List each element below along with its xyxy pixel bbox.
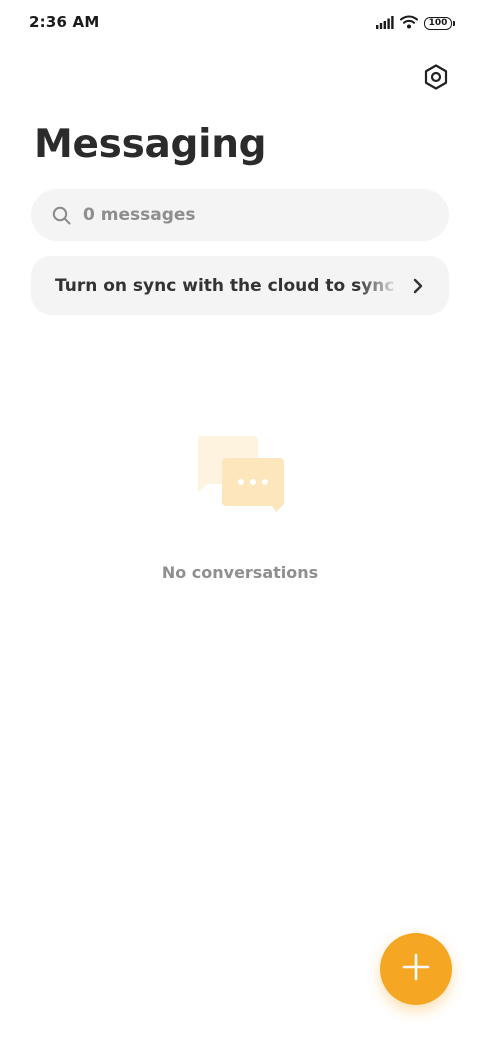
status-icons: 100 [376,14,455,33]
status-bar: 2:36 AM 100 [0,0,480,46]
signal-icon [376,14,394,33]
settings-button[interactable] [422,64,450,94]
chat-bubbles-icon [196,436,286,516]
search-placeholder: 0 messages [83,205,196,225]
new-conversation-button[interactable] [380,933,452,1005]
empty-state-label: No conversations [161,563,319,582]
search-bar[interactable]: 0 messages [31,189,449,241]
sync-banner-text: Turn on sync with the cloud to sync mess… [55,275,399,296]
messaging-screen: 2:36 AM 100 Messaging 0 messages Turn on… [0,0,480,1040]
battery-icon: 100 [424,17,455,30]
chevron-right-icon [409,277,427,295]
page-title: Messaging [34,122,267,167]
search-icon [51,205,71,225]
wifi-icon [400,14,418,33]
sync-banner[interactable]: Turn on sync with the cloud to sync mess… [31,256,449,315]
status-time: 2:36 AM [29,13,100,31]
plus-icon [402,953,430,985]
settings-hexagon-icon [424,64,448,94]
